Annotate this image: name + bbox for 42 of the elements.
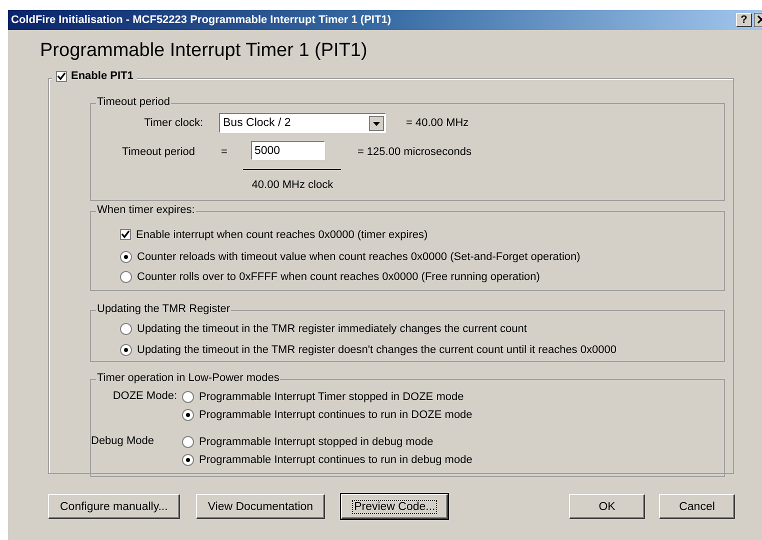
radio-button[interactable] — [182, 454, 194, 466]
dialog-heading: Programmable Interrupt Timer 1 (PIT1) — [40, 40, 368, 63]
radio-label: Counter reloads with timeout value when count reaches 0x0000 (Set-and-Forget operation) — [137, 250, 580, 262]
radio-label: Programmable Interrupt stopped in debug mode — [199, 436, 434, 448]
radio-button[interactable] — [182, 436, 194, 448]
radio-label: Counter rolls over to 0xFFFF when count reaches 0x0000 (Free running operation) — [137, 270, 540, 282]
group-title: Timer operation in Low-Power modes — [96, 372, 280, 384]
dialog-button[interactable]: OK — [569, 494, 645, 519]
radio-button[interactable] — [182, 391, 194, 403]
interrupt-checkbox[interactable] — [120, 229, 131, 240]
dialog-button[interactable]: Preview Code... — [341, 494, 448, 519]
group-title: Updating the TMR Register — [96, 303, 232, 315]
field-label: Timeout period — [121, 146, 195, 158]
dialog-button[interactable]: View Documentation — [196, 494, 326, 519]
group-title: Timeout period — [96, 96, 171, 108]
frequency-result: = 40.00 MHz — [406, 117, 469, 129]
radio-button[interactable] — [120, 344, 132, 356]
radio-label: Updating the timeout in the TMR register immediately changes the current count — [137, 322, 527, 334]
field-label: Timer clock: — [143, 117, 203, 129]
window-title: ColdFire Initialisation - MCF52223 Programmable Interrupt Timer 1 (PIT1) — [11, 14, 392, 26]
period-result: = 125.00 microseconds — [357, 146, 472, 158]
timeout-input[interactable]: 5000 — [251, 141, 326, 160]
checkbox-label: Enable interrupt when count reaches 0x0000 (timer expires) — [136, 228, 428, 240]
radio-button[interactable] — [120, 270, 132, 282]
equals-sign: = — [221, 146, 228, 158]
group-title: When timer expires: — [96, 204, 196, 216]
enable-label: Enable PIT1 — [71, 70, 134, 82]
clock-dropdown[interactable]: Bus Clock / 2 — [219, 113, 386, 133]
denominator-text: 40.00 MHz clock — [252, 179, 334, 191]
mode-label: DOZE Mode: — [112, 389, 177, 404]
radio-label: Programmable Interrupt continues to run in debug mode — [199, 454, 472, 466]
radio-button[interactable] — [182, 409, 194, 421]
radio-label: Programmable Interrupt Timer stopped in DOZE mode — [199, 391, 464, 403]
radio-button[interactable] — [120, 250, 132, 262]
dialog-button[interactable]: Cancel — [659, 494, 735, 519]
dialog-button[interactable]: Configure manually... — [48, 494, 180, 519]
radio-label: Updating the timeout in the TMR register doesn't changes the current count until it reaches 0x0000 — [137, 344, 616, 356]
help-button[interactable]: ? — [736, 13, 752, 27]
radio-button[interactable] — [120, 322, 132, 334]
radio-label: Programmable Interrupt continues to run in DOZE mode — [199, 409, 472, 421]
enable-checkbox[interactable] — [56, 70, 67, 82]
mode-label: Debug Mode — [90, 434, 154, 449]
